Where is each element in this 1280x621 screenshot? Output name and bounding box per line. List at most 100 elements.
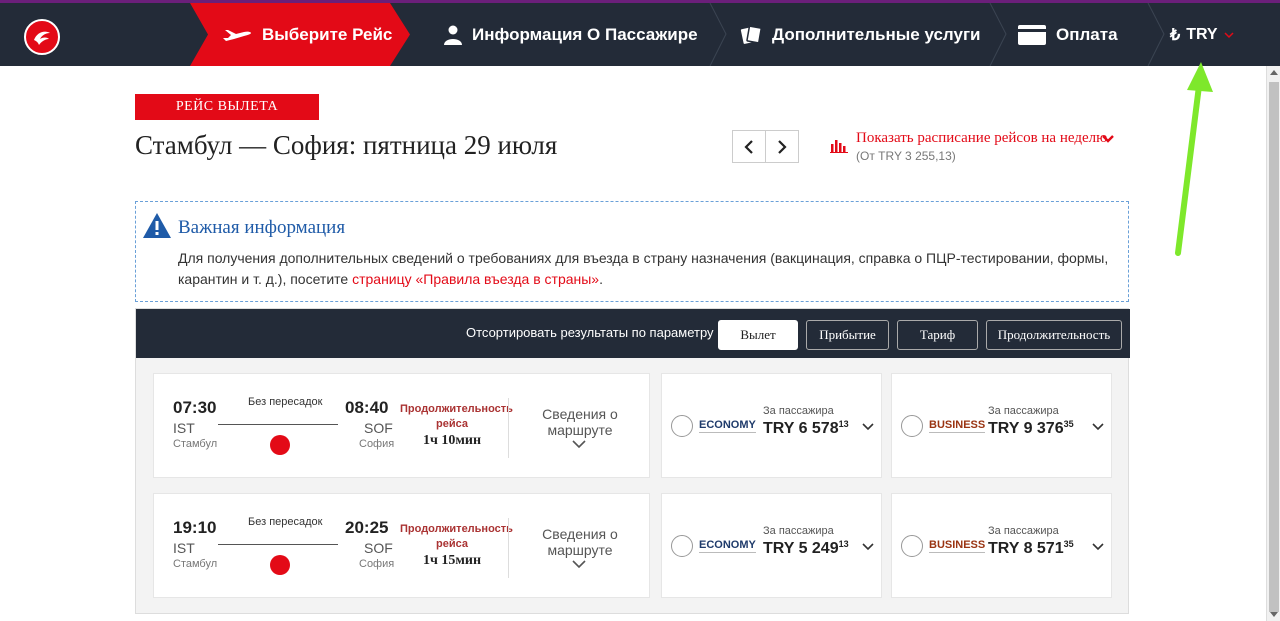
sort-fare-button[interactable]: Тариф <box>897 320 978 350</box>
fare-class: ECONOMY <box>699 539 756 553</box>
divider <box>508 518 509 578</box>
departure-code: IST <box>173 420 195 436</box>
duration-value: 1ч 15мин <box>422 553 482 568</box>
business-fare-card[interactable]: BUSINESS За пассажира TRY 8 57135 <box>891 493 1112 598</box>
fare-radio[interactable] <box>671 535 693 557</box>
flight-results: Отсортировать результаты по параметру Вы… <box>135 308 1130 614</box>
page-scrollbar[interactable] <box>1266 66 1280 621</box>
fare-radio[interactable] <box>671 415 693 437</box>
weekly-min-price: (От TRY 3 255,13) <box>856 149 956 163</box>
fare-class: ECONOMY <box>699 419 756 433</box>
chevron-down-icon[interactable] <box>862 538 874 556</box>
step-separator <box>988 3 1008 66</box>
departure-time: 07:30 <box>173 398 217 417</box>
economy-fare-card[interactable]: ECONOMY За пассажира TRY 6 57813 <box>661 373 882 478</box>
chevron-down-icon[interactable] <box>1092 538 1104 556</box>
step-label: Оплата <box>1056 24 1118 44</box>
arrival-time: 20:25 <box>345 518 389 537</box>
stops-label: Без пересадок <box>248 396 323 408</box>
fare-price: TRY 6 57813 <box>763 419 849 437</box>
airline-logo[interactable] <box>24 19 60 55</box>
chevron-down-icon[interactable] <box>1092 418 1104 436</box>
step-label: Дополнительные услуги <box>772 24 981 44</box>
departure-code: IST <box>173 540 195 556</box>
route-details-toggle[interactable]: Сведения о маршруте <box>514 406 646 438</box>
duration-label: Продолжительность рейса <box>400 403 513 430</box>
chevron-down-icon[interactable] <box>572 436 586 454</box>
credit-card-icon <box>1018 24 1046 45</box>
route-line <box>218 424 338 425</box>
step-separator <box>1146 3 1166 66</box>
fare-radio[interactable] <box>901 415 923 437</box>
scroll-up-icon[interactable] <box>1270 70 1278 75</box>
fare-class: BUSINESS <box>929 419 986 433</box>
scrollbar-thumb[interactable] <box>1269 82 1279 612</box>
airline-logo-icon <box>270 435 290 455</box>
fare-price: TRY 8 57135 <box>988 539 1074 557</box>
duration-label: Продолжительность рейса <box>400 523 513 550</box>
chevron-down-icon <box>1224 26 1234 44</box>
booking-steps-nav: Выберите Рейс Информация О Пассажире Доп… <box>0 3 1280 66</box>
arrival-city: София <box>359 438 395 450</box>
weekly-schedule-label: Показать расписание рейсов на неделю <box>856 130 1108 146</box>
tickets-icon <box>740 24 762 45</box>
route-details-toggle[interactable]: Сведения о маршруте <box>514 526 646 558</box>
scroll-down-icon[interactable] <box>1270 612 1278 617</box>
sort-departure-button[interactable]: Вылет <box>718 320 798 350</box>
arrival-time: 08:40 <box>345 398 389 417</box>
departure-time: 19:10 <box>173 518 217 537</box>
step-payment[interactable]: Оплата <box>1018 3 1118 66</box>
bar-chart-icon <box>830 140 848 153</box>
bird-logo-icon <box>34 31 50 45</box>
business-fare-card[interactable]: BUSINESS За пассажира TRY 9 37635 <box>891 373 1112 478</box>
weekly-schedule-link[interactable]: Показать расписание рейсов на неделю (От… <box>830 130 1114 163</box>
stops-label: Без пересадок <box>248 516 323 528</box>
info-heading: Важная информация <box>178 217 346 238</box>
important-info-box: Важная информация Для получения дополнит… <box>135 201 1129 302</box>
flight-card[interactable]: 19:10 IST Стамбул Без пересадок 20:25 SO… <box>153 493 650 598</box>
currency-selector[interactable]: ₺ TRY <box>1170 3 1234 66</box>
per-passenger-label: За пассажира <box>763 525 834 537</box>
entry-rules-link[interactable]: страницу «Правила въезда в страны» <box>352 271 599 287</box>
step-separator <box>708 3 728 66</box>
sort-bar: Отсортировать результаты по параметру Вы… <box>136 309 1130 358</box>
date-pager <box>732 130 799 163</box>
step-select-flight[interactable]: Выберите Рейс <box>190 3 410 66</box>
arrival-code: SOF <box>364 420 393 436</box>
route-line <box>218 544 338 545</box>
per-passenger-label: За пассажира <box>988 525 1059 537</box>
next-day-button[interactable] <box>766 131 799 162</box>
fare-radio[interactable] <box>901 535 923 557</box>
step-label: Информация О Пассажире <box>472 24 698 44</box>
person-icon <box>444 25 462 45</box>
plane-icon <box>222 27 252 43</box>
duration-value: 1ч 10мин <box>422 433 482 448</box>
chevron-down-icon[interactable] <box>862 418 874 436</box>
sort-arrival-button[interactable]: Прибытие <box>806 320 889 350</box>
fare-price: TRY 9 37635 <box>988 419 1074 437</box>
prev-day-button[interactable] <box>733 131 766 162</box>
sort-label: Отсортировать результаты по параметру <box>466 325 714 340</box>
lira-icon: ₺ <box>1170 26 1181 44</box>
chevron-down-icon <box>1102 130 1114 148</box>
step-label: Выберите Рейс <box>262 24 393 44</box>
chevron-down-icon[interactable] <box>572 556 586 574</box>
chevron-right-icon <box>777 139 787 154</box>
economy-fare-card[interactable]: ECONOMY За пассажира TRY 5 24913 <box>661 493 882 598</box>
chevron-left-icon <box>744 139 753 154</box>
per-passenger-label: За пассажира <box>763 405 834 417</box>
divider <box>508 398 509 458</box>
airline-logo-icon <box>270 555 290 575</box>
step-extra-services[interactable]: Дополнительные услуги <box>740 3 981 66</box>
fare-price: TRY 5 24913 <box>763 539 849 557</box>
sort-duration-button[interactable]: Продолжительность <box>986 320 1122 350</box>
flight-card[interactable]: 07:30 IST Стамбул Без пересадок 08:40 SO… <box>153 373 650 478</box>
departure-city: Стамбул <box>173 558 218 570</box>
step-passenger-info[interactable]: Информация О Пассажире <box>444 3 698 66</box>
departure-city: Стамбул <box>173 438 218 450</box>
info-text: Для получения дополнительных сведений о … <box>178 250 1109 287</box>
warning-icon <box>143 213 171 238</box>
arrival-code: SOF <box>364 540 393 556</box>
annotation-arrow-icon <box>1175 62 1213 256</box>
departure-badge: РЕЙС ВЫЛЕТА <box>135 94 319 120</box>
